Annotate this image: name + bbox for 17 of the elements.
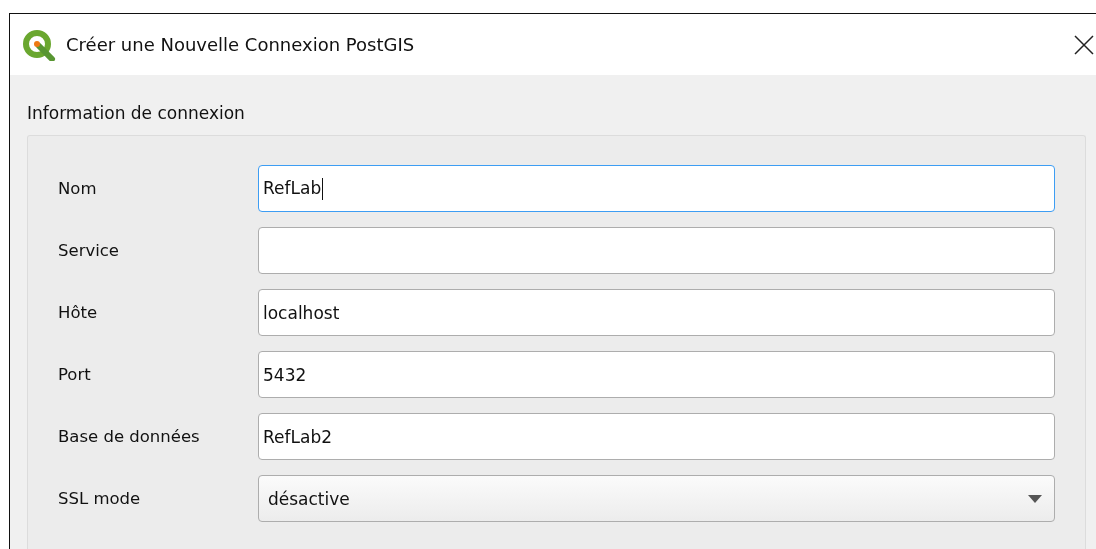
close-icon[interactable] [1074, 34, 1094, 55]
dropdown-arrow-icon [1028, 494, 1042, 503]
group-title: Information de connexion [27, 103, 245, 123]
input-field[interactable] [258, 227, 1055, 274]
field-label: Base de données [58, 427, 201, 446]
dropdown[interactable]: désactive [258, 475, 1055, 522]
input-field[interactable]: RefLab2 [258, 413, 1055, 460]
field-label: Nom [58, 179, 98, 198]
app-logo-icon [22, 28, 56, 61]
field-label: Hôte [58, 303, 99, 322]
window-title: Créer une Nouvelle Connexion PostGIS [66, 34, 416, 55]
field-label: Service [58, 241, 120, 260]
input-field[interactable]: RefLab [258, 165, 1055, 212]
field-label: SSL mode [58, 489, 142, 508]
field-label: Port [58, 365, 92, 384]
input-field[interactable]: 5432 [258, 351, 1055, 398]
input-field[interactable]: localhost [258, 289, 1055, 336]
